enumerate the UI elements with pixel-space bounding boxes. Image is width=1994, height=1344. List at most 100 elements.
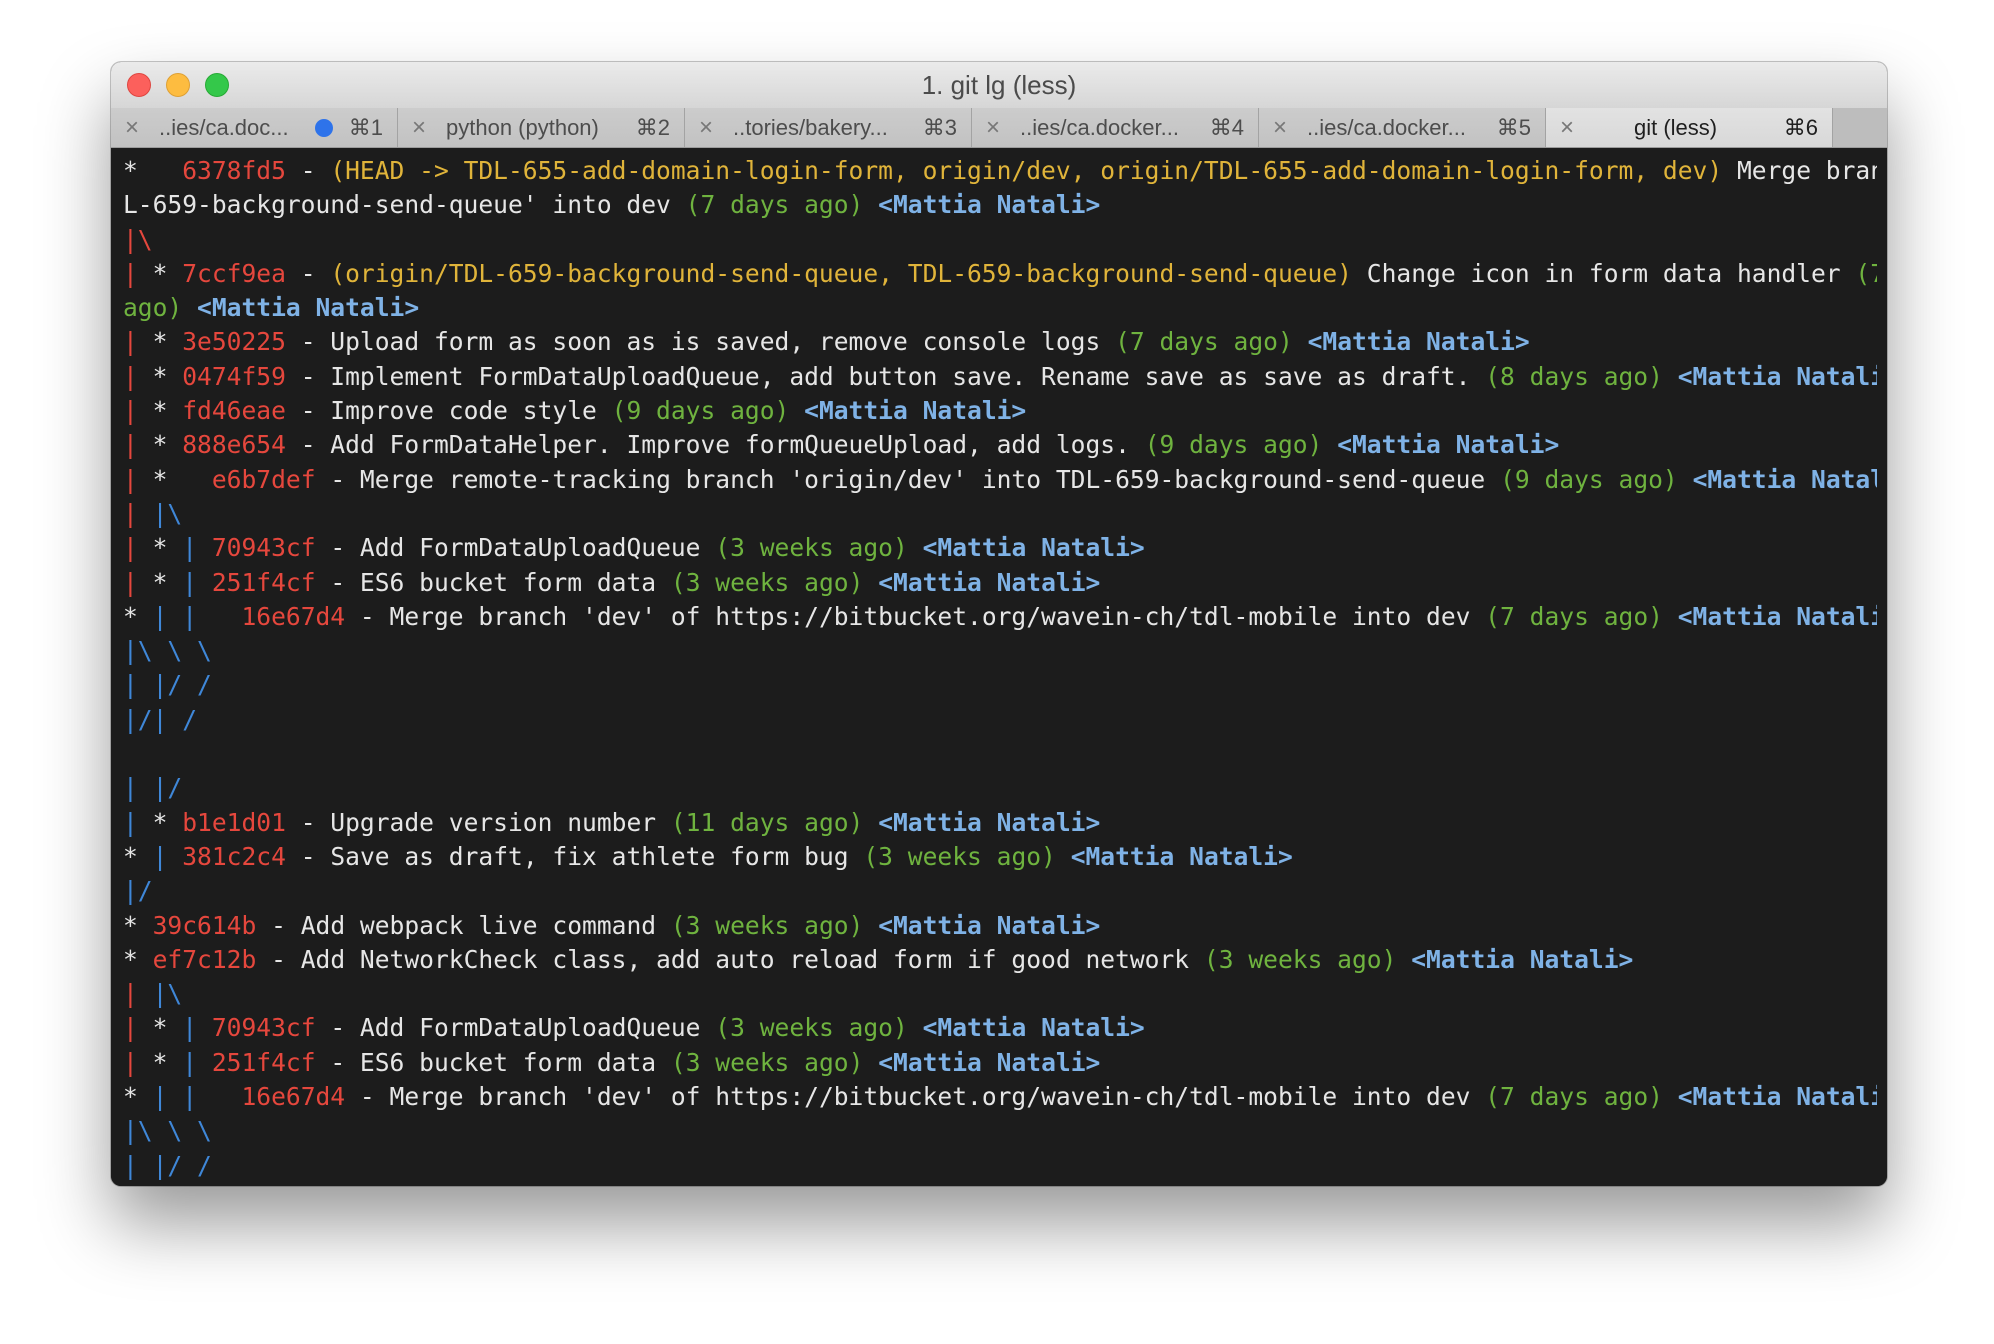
graph-line: | [152, 841, 168, 871]
zoom-window-button[interactable] [205, 73, 229, 97]
graph-line: | [123, 464, 138, 494]
commit-hash: 381c2c4 [182, 841, 286, 871]
text-segment: * [123, 1082, 153, 1112]
text-segment: - Merge remote-tracking branch 'origin/d… [315, 464, 1501, 494]
text-segment [197, 1013, 212, 1042]
text-segment: * [137, 533, 183, 563]
terminal-output[interactable]: * 6378fd5 - (HEAD -> TDL-655-add-domain-… [111, 148, 1887, 1186]
tab-title: ..ies/ca.docker... [1307, 115, 1466, 140]
text-segment [167, 842, 182, 871]
log-line: |\ [123, 223, 1877, 257]
text-segment [863, 1048, 878, 1077]
text-segment [789, 396, 804, 425]
text-segment: - Implement FormDataUploadQueue, add but… [285, 361, 1486, 391]
tab-close-icon[interactable]: × [125, 108, 139, 147]
title-bar[interactable]: 1. git lg (less) [111, 62, 1887, 108]
tab-close-icon[interactable]: × [1560, 108, 1574, 147]
commit-hash: 70943cf [211, 1013, 316, 1043]
text-segment: - [285, 258, 331, 288]
author-name: <Mattia Natali> [1677, 1082, 1877, 1112]
tab-2[interactable]: × python (python) ⌘2 [398, 108, 685, 147]
tab-shortcut: ⌘5 [1496, 115, 1531, 140]
text-segment [197, 533, 212, 562]
text-segment: L-659-background-send-queue' into dev [123, 190, 686, 220]
minimize-window-button[interactable] [166, 73, 190, 97]
window-title: 1. git lg (less) [921, 70, 1077, 100]
author-name: <Mattia Natali> [1070, 841, 1293, 871]
tab-5[interactable]: × ..ies/ca.docker... ⌘5 [1259, 108, 1546, 147]
text-segment [1396, 945, 1411, 974]
text-segment [182, 293, 197, 322]
commit-hash: 251f4cf [211, 567, 316, 597]
graph-line: | [123, 361, 138, 391]
graph-line: |\ [152, 979, 183, 1009]
log-line: | * | 251f4cf - ES6 bucket form data (3 … [123, 1046, 1877, 1080]
tab-close-icon[interactable]: × [986, 108, 1000, 147]
author-name: <Mattia Natali> [922, 533, 1145, 563]
commit-hash: 39c614b [152, 910, 257, 940]
text-segment [908, 533, 923, 562]
text-segment: * [137, 567, 183, 597]
tab-6-active[interactable]: × git (less) ⌘6 [1546, 108, 1833, 147]
graph-line: |\ \ \ [123, 1116, 212, 1146]
commit-hash: 70943cf [211, 533, 316, 563]
window-controls [127, 73, 244, 97]
log-line: | * fd46eae - Improve code style (9 days… [123, 394, 1877, 428]
log-line: * 39c614b - Add webpack live command (3 … [123, 909, 1877, 943]
text-segment [138, 499, 153, 528]
text-segment: * [137, 361, 183, 391]
relative-date: (3 weeks ago) [670, 567, 864, 597]
text-segment: * [123, 601, 153, 631]
tab-close-icon[interactable]: × [412, 108, 426, 147]
tab-close-icon[interactable]: × [1273, 108, 1287, 147]
tab-bar: × ..ies/ca.doc... ⌘1 × python (python) ⌘… [111, 108, 1887, 148]
relative-date: (3 weeks ago) [715, 1013, 908, 1043]
log-line: |/| / [123, 703, 1877, 737]
commit-hash: 888e654 [182, 430, 286, 460]
relative-date: (3 weeks ago) [670, 910, 864, 940]
author-name: <Mattia Natali> [804, 396, 1027, 426]
author-name: <Mattia Natali> [1411, 944, 1634, 974]
relative-date: (7 days ago) [1485, 601, 1663, 631]
log-line: | |/ / [123, 1149, 1877, 1183]
log-line: * | 381c2c4 - Save as draft, fix athlete… [123, 840, 1877, 874]
text-segment [863, 190, 878, 219]
tab-title: python (python) [446, 115, 599, 140]
text-segment: * [137, 430, 183, 460]
graph-line: | [123, 807, 138, 837]
text-segment [863, 911, 878, 940]
relative-date: (11 days ago) [670, 807, 864, 837]
tab-shortcut: ⌘6 [1783, 115, 1818, 140]
text-segment: * [137, 1047, 183, 1077]
tab-close-icon[interactable]: × [699, 108, 713, 147]
text-segment: - ES6 bucket form data [315, 567, 671, 597]
text-segment: * [137, 807, 183, 837]
graph-line: | [123, 533, 138, 563]
graph-line: | [123, 567, 138, 597]
author-name: <Mattia Natali> [1692, 464, 1877, 494]
log-line: * ef7c12b - Add NetworkCheck class, add … [123, 943, 1877, 977]
tab-4[interactable]: × ..ies/ca.docker... ⌘4 [972, 108, 1259, 147]
log-line: | |\ [123, 497, 1877, 531]
text-segment: * [137, 258, 183, 288]
text-segment: - Merge branch 'dev' of https://bitbucke… [345, 1082, 1486, 1112]
graph-line: | | [152, 1082, 198, 1112]
text-segment: * [137, 396, 183, 426]
log-line: | * | 251f4cf - ES6 bucket form data (3 … [123, 566, 1877, 600]
log-line: |/ [123, 874, 1877, 908]
author-name: <Mattia Natali> [878, 807, 1101, 837]
tab-3[interactable]: × ..tories/bakery... ⌘3 [685, 108, 972, 147]
text-segment [1678, 465, 1693, 494]
text-segment [1293, 327, 1308, 356]
tab-1[interactable]: × ..ies/ca.doc... ⌘1 [111, 108, 398, 147]
author-name: <Mattia Natali> [878, 910, 1101, 940]
text-segment: Change icon in form data handler [1351, 258, 1856, 288]
graph-line: |\ [152, 498, 183, 528]
text-segment: - ES6 bucket form data [315, 1047, 671, 1077]
close-window-button[interactable] [127, 73, 151, 97]
text-segment: - Improve code style [285, 396, 612, 426]
tab-title: ..ies/ca.docker... [1020, 115, 1179, 140]
text-segment: - Add FormDataHelper. Improve formQueueU… [285, 430, 1145, 460]
graph-line: | [182, 567, 198, 597]
graph-line: | [123, 258, 138, 288]
